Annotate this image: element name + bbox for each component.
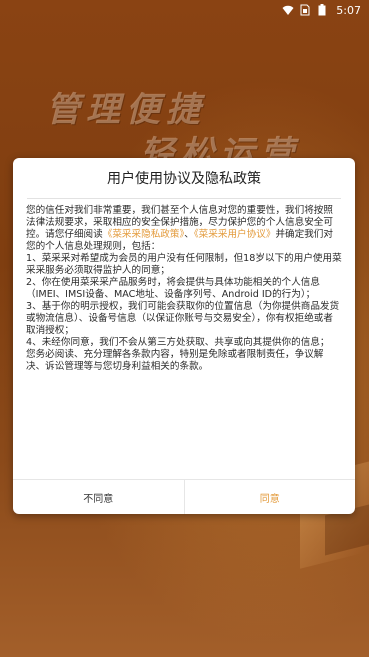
user-agreement-link[interactable]: 《菜采采用户协议》 <box>194 229 276 240</box>
policy-item-1: 1、菜采采对希望成为会员的用户没有任何限制，但18岁以下的用户使用菜采采服务必须… <box>26 253 342 276</box>
dialog-title: 用户使用协议及隐私政策 <box>27 158 341 199</box>
status-time: 5:07 <box>336 3 361 17</box>
intro-paragraph: 您的信任对我们非常重要，我们甚至个人信息对您的重要性，我们将按照法律法规要求，采… <box>26 205 342 253</box>
dialog-footer: 不同意 同意 <box>13 479 355 514</box>
policy-item-4: 4、未经你同意，我们不会从第三方处获取、共享或向其提供你的信息； <box>26 337 330 348</box>
status-bar: 5:07 <box>0 0 369 20</box>
decline-button[interactable]: 不同意 <box>13 480 185 514</box>
closing-paragraph: 您务必阅读、充分理解各条款内容，特别是免除或者限制责任，争议解决、诉讼管理等与您… <box>26 349 324 372</box>
privacy-dialog: 用户使用协议及隐私政策 您的信任对我们非常重要，我们甚至个人信息对您的重要性，我… <box>13 158 355 514</box>
dialog-body: 您的信任对我们非常重要，我们甚至个人信息对您的重要性，我们将按照法律法规要求，采… <box>13 199 355 479</box>
slogan-line-1: 管理便捷 <box>46 90 206 130</box>
privacy-policy-link[interactable]: 《菜采采隐私政策》 <box>103 229 185 240</box>
agree-button[interactable]: 同意 <box>185 480 356 514</box>
policy-item-3: 3、基于你的明示授权，我们可能会获取你的位置信息（为你提供商品发货或物流信息）、… <box>26 301 340 336</box>
wifi-icon <box>282 4 294 16</box>
link-separator: 、 <box>184 229 194 240</box>
sim-icon <box>300 4 312 16</box>
policy-item-2: 2、你在使用菜采采产品服务时，将会提供与具体功能相关的个人信息（IMEI、IMS… <box>26 277 320 300</box>
battery-icon <box>318 4 330 16</box>
